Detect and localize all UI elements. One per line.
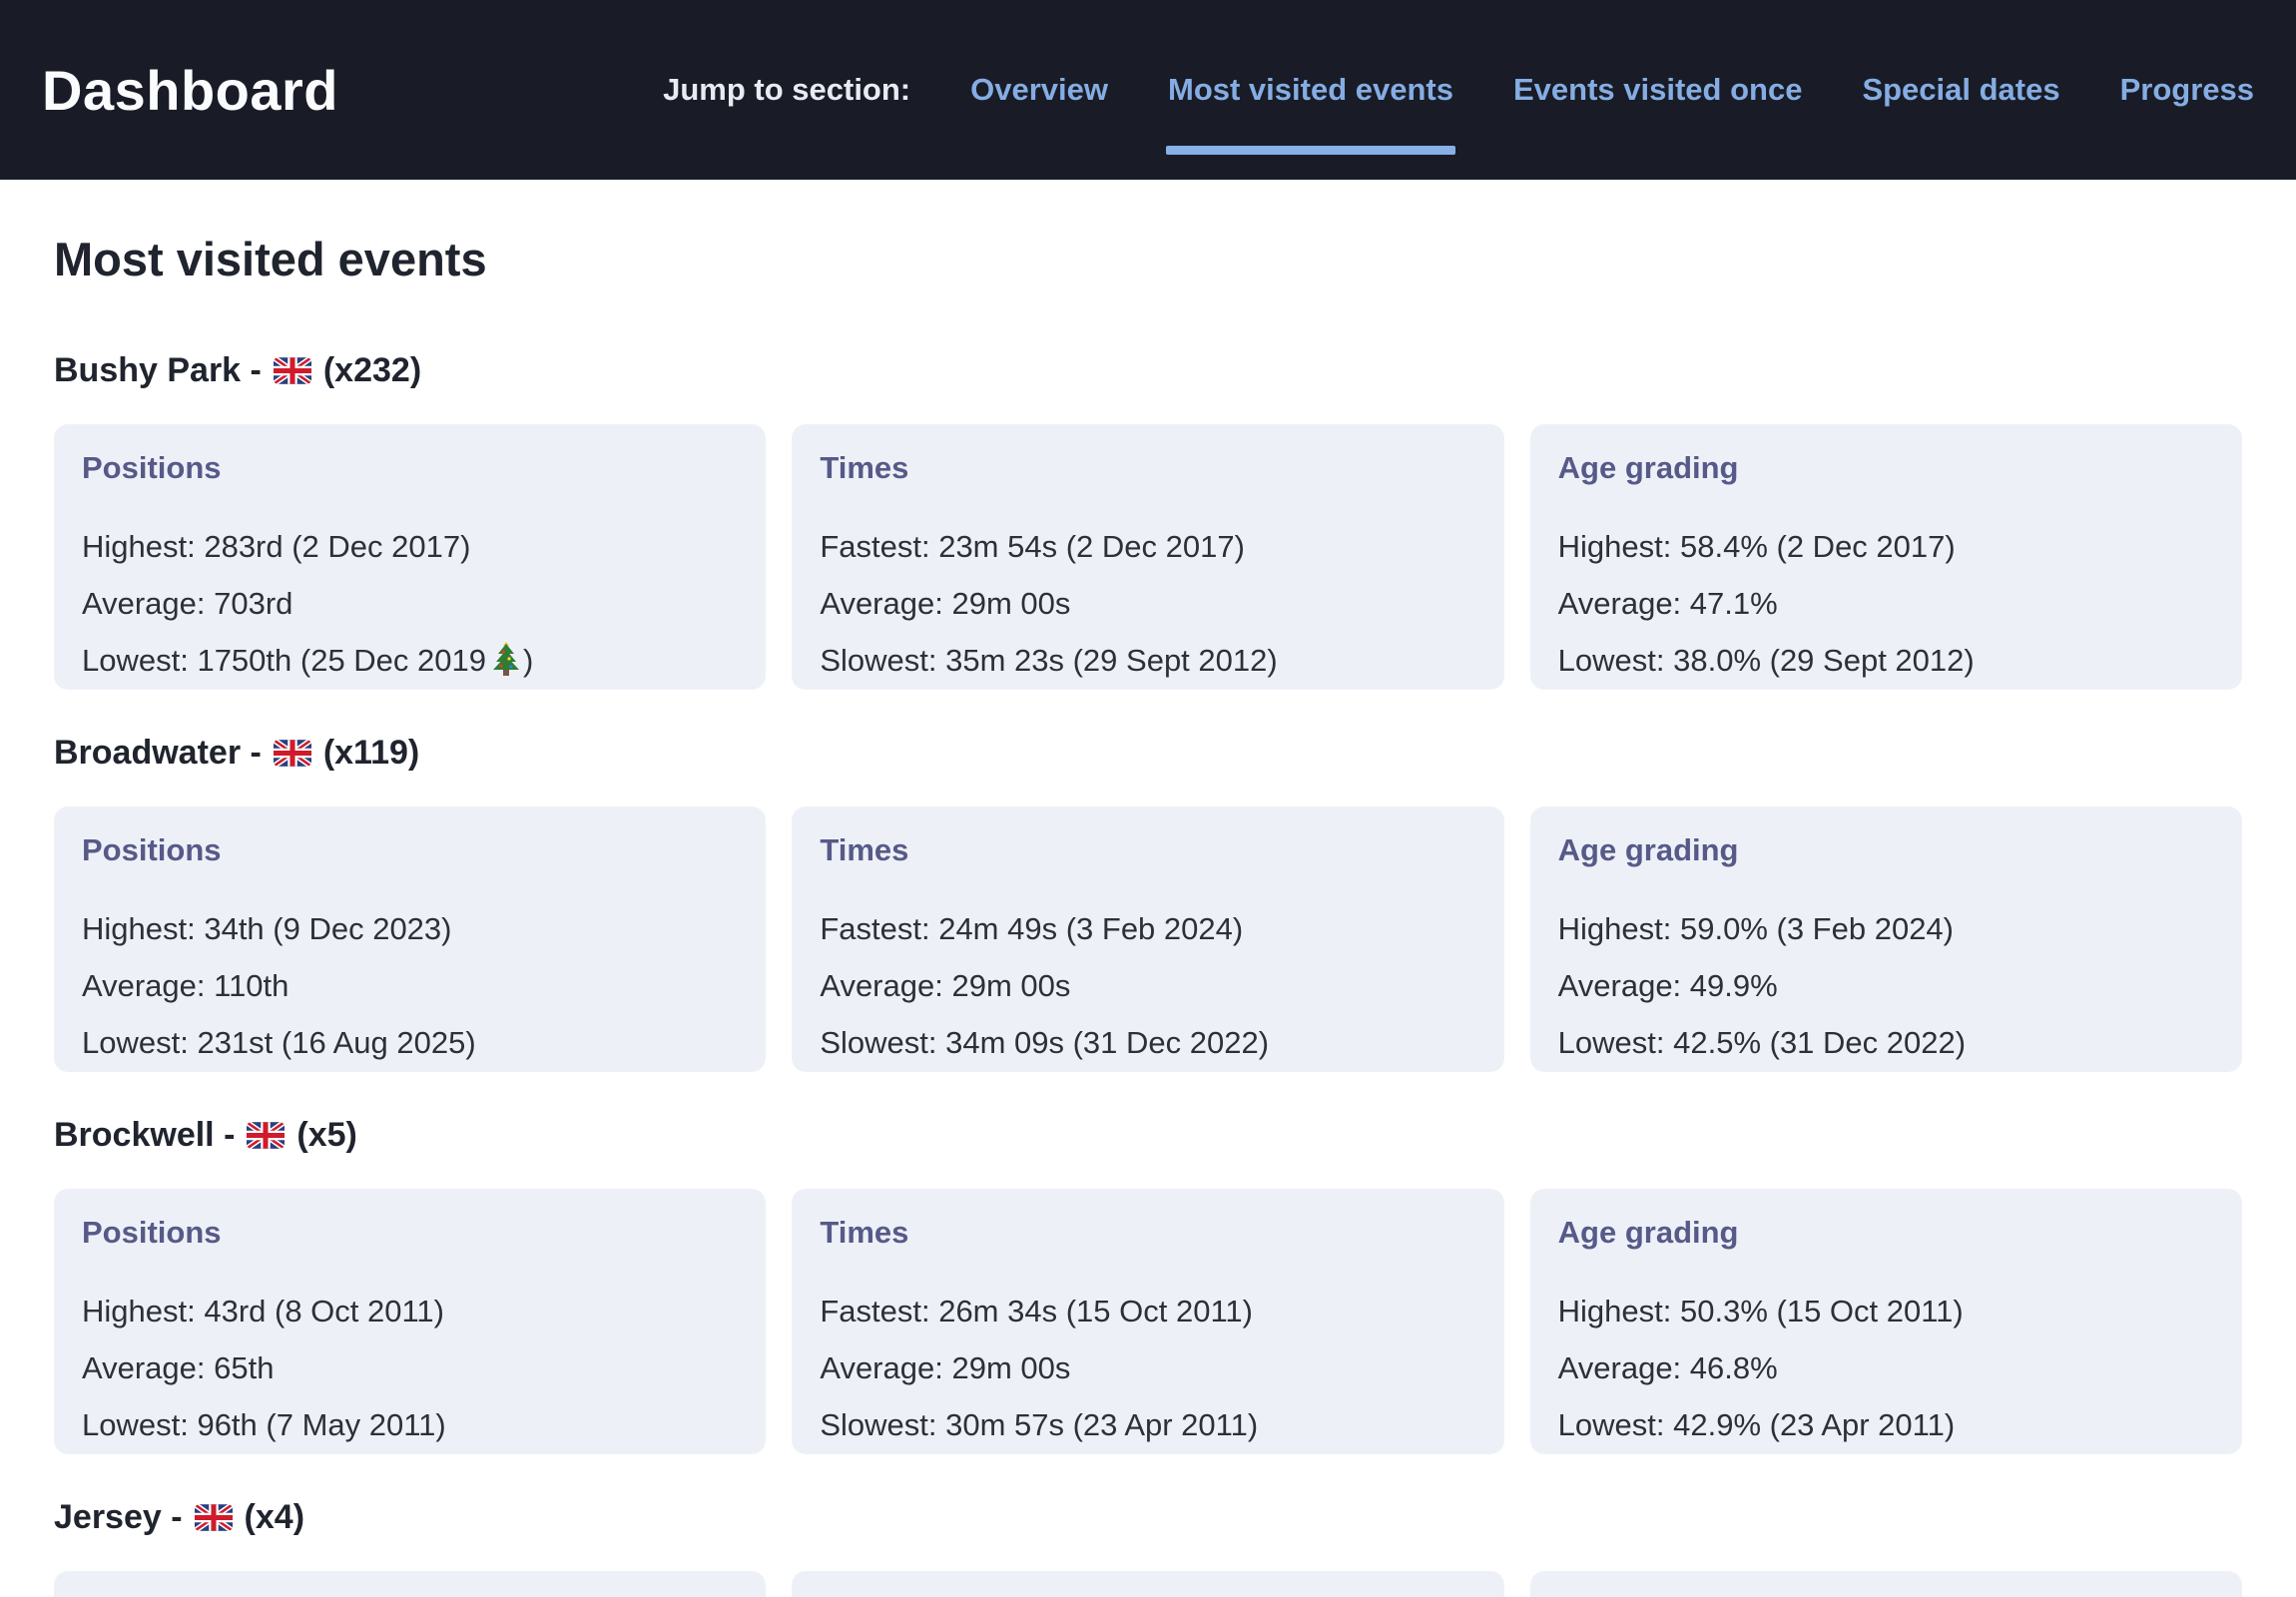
stat-line: Highest: 50.3% (15 Oct 2011) [1558,1283,2214,1339]
positions-card: Positions Highest: 34th (9 Dec 2023) Ave… [54,806,766,1072]
card-title: Age grading [1558,450,2214,486]
section-visit-count: (x119) [323,734,419,773]
uk-flag-icon [195,1504,233,1531]
card-title: Times [820,832,1475,868]
uk-flag-icon [274,740,311,767]
times-card: Times Fastest: 23m 54s (2 Dec 2017) Aver… [792,424,1503,690]
uk-flag-icon [274,357,311,384]
section-heading: Bushy Park - (x232) [54,351,2242,390]
navbar: Dashboard Jump to section: Overview Most… [0,0,2296,180]
stat-line: Lowest: 231st (16 Aug 2025) [82,1014,738,1071]
stat-line: Lowest: 38.0% (29 Sept 2012) [1558,632,2214,689]
section-title: Bushy Park - [54,351,262,390]
card-title: Positions [82,1215,738,1251]
age-grading-card [1530,1571,2242,1597]
card-title: Age grading [1558,832,2214,868]
stat-line: Highest: 59.0% (3 Feb 2024) [1558,900,2214,957]
cards-row: Positions Highest: 34th (9 Dec 2023) Ave… [54,806,2242,1072]
stat-line: Average: 29m 00s [820,1339,1475,1396]
app-title: Dashboard [42,58,338,123]
cards-row: Positions Highest: 43rd (8 Oct 2011) Ave… [54,1189,2242,1454]
section-jersey: Jersey - (x4) [54,1498,2242,1597]
page-title: Most visited events [54,232,2242,286]
card-title: Times [820,450,1475,486]
card-title: Age grading [1558,1215,2214,1251]
stat-line: Lowest: 96th (7 May 2011) [82,1396,738,1453]
nav-link-special-dates[interactable]: Special dates [1862,72,2059,108]
stat-line: Slowest: 34m 09s (31 Dec 2022) [820,1014,1475,1071]
section-title: Brockwell - [54,1116,235,1155]
jump-nav: Jump to section: Overview Most visited e… [663,72,2254,108]
stat-line: Lowest: 42.9% (23 Apr 2011) [1558,1396,2214,1453]
section-bushy-park: Bushy Park - (x232) Positions Highest: 2… [54,351,2242,690]
times-card [792,1571,1503,1597]
nav-link-overview[interactable]: Overview [970,72,1108,108]
stat-line: Highest: 58.4% (2 Dec 2017) [1558,518,2214,575]
stat-line: Average: 703rd [82,575,738,632]
stat-line: Fastest: 26m 34s (15 Oct 2011) [820,1283,1475,1339]
age-grading-card: Age grading Highest: 50.3% (15 Oct 2011)… [1530,1189,2242,1454]
stat-line: Lowest: 42.5% (31 Dec 2022) [1558,1014,2214,1071]
stat-line: Slowest: 35m 23s (29 Sept 2012) [820,632,1475,689]
section-brockwell: Brockwell - (x5) Positions Highest: 43rd… [54,1116,2242,1454]
stat-line: Lowest: 1750th (25 Dec 2019) [82,632,738,689]
age-grading-card: Age grading Highest: 58.4% (2 Dec 2017) … [1530,424,2242,690]
section-visit-count: (x5) [296,1116,356,1155]
stat-line: Highest: 43rd (8 Oct 2011) [82,1283,738,1339]
uk-flag-icon [247,1122,285,1149]
age-grading-card: Age grading Highest: 59.0% (3 Feb 2024) … [1530,806,2242,1072]
cards-row: Positions Highest: 283rd (2 Dec 2017) Av… [54,424,2242,690]
stat-line: Fastest: 23m 54s (2 Dec 2017) [820,518,1475,575]
card-title: Positions [82,832,738,868]
stat-line: Average: 65th [82,1339,738,1396]
christmas-tree-icon [492,642,520,676]
section-heading: Broadwater - (x119) [54,734,2242,773]
cards-row [54,1571,2242,1597]
positions-card [54,1571,766,1597]
jump-to-section-label: Jump to section: [663,72,910,108]
section-heading: Jersey - (x4) [54,1498,2242,1537]
positions-card: Positions Highest: 283rd (2 Dec 2017) Av… [54,424,766,690]
section-heading: Brockwell - (x5) [54,1116,2242,1155]
positions-card: Positions Highest: 43rd (8 Oct 2011) Ave… [54,1189,766,1454]
section-title: Broadwater - [54,734,262,773]
stat-line: Average: 110th [82,957,738,1014]
section-visit-count: (x232) [323,351,421,390]
stat-line: Average: 29m 00s [820,957,1475,1014]
nav-link-progress[interactable]: Progress [2120,72,2254,108]
card-title: Times [820,1215,1475,1251]
section-broadwater: Broadwater - (x119) Positions Highest: 3… [54,734,2242,1072]
card-title: Positions [82,450,738,486]
nav-link-most-visited-events[interactable]: Most visited events [1168,72,1453,108]
stat-line: Average: 29m 00s [820,575,1475,632]
stat-line: Highest: 34th (9 Dec 2023) [82,900,738,957]
stat-line: Average: 46.8% [1558,1339,2214,1396]
times-card: Times Fastest: 26m 34s (15 Oct 2011) Ave… [792,1189,1503,1454]
stat-line: Slowest: 30m 57s (23 Apr 2011) [820,1396,1475,1453]
times-card: Times Fastest: 24m 49s (3 Feb 2024) Aver… [792,806,1503,1072]
section-visit-count: (x4) [245,1498,304,1537]
stat-line: Average: 47.1% [1558,575,2214,632]
stat-line: Fastest: 24m 49s (3 Feb 2024) [820,900,1475,957]
nav-link-events-visited-once[interactable]: Events visited once [1513,72,1802,108]
stat-line: Average: 49.9% [1558,957,2214,1014]
section-title: Jersey - [54,1498,183,1537]
main-content: Most visited events Bushy Park - (x232) … [0,232,2296,1597]
stat-line: Highest: 283rd (2 Dec 2017) [82,518,738,575]
